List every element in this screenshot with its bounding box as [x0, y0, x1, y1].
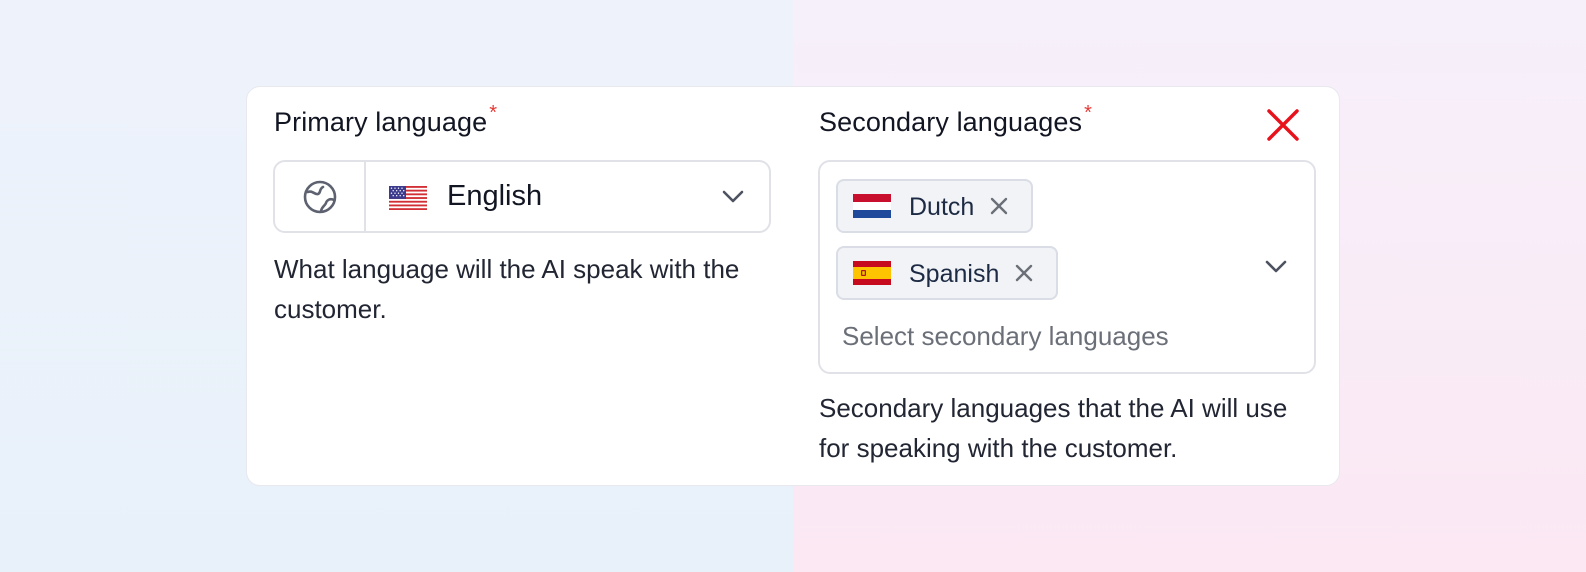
chevron-down-icon: [722, 190, 744, 203]
required-marker: *: [489, 102, 498, 124]
close-button[interactable]: [1263, 105, 1303, 145]
us-flag-icon: [389, 186, 427, 210]
secondary-languages-label: Secondary languages *: [819, 102, 1092, 138]
primary-language-value: English: [447, 180, 543, 212]
chip-dutch: Dutch: [836, 179, 1033, 233]
remove-dutch-icon[interactable]: [989, 196, 1009, 216]
remove-spanish-icon[interactable]: [1014, 263, 1034, 283]
primary-language-helper: What language will the AI speak with the…: [274, 254, 740, 324]
chevron-down-icon[interactable]: [1264, 257, 1288, 277]
secondary-languages-select[interactable]: Dutch Spanish: [818, 160, 1316, 374]
chip-spanish: Spanish: [836, 246, 1058, 300]
chip-label: Dutch: [909, 193, 975, 221]
primary-language-select[interactable]: English: [273, 160, 771, 233]
globe-icon: [303, 180, 336, 213]
netherlands-flag-icon: [853, 194, 891, 218]
primary-language-label: Primary language *: [274, 102, 497, 138]
secondary-languages-search-input[interactable]: [842, 318, 1242, 354]
spain-flag-icon: [853, 261, 891, 285]
required-marker: *: [1084, 102, 1092, 124]
globe-cell: [275, 162, 366, 231]
chip-label: Spanish: [909, 260, 1000, 288]
language-settings-card: Primary language* Secondary languages*: [246, 86, 1340, 486]
primary-language-label-text: Primary language: [274, 107, 488, 137]
secondary-languages-helper: Secondary languages that the AI will use…: [819, 393, 1288, 463]
close-icon: [1267, 109, 1299, 141]
secondary-languages-label-text: Secondary languages: [819, 107, 1083, 137]
